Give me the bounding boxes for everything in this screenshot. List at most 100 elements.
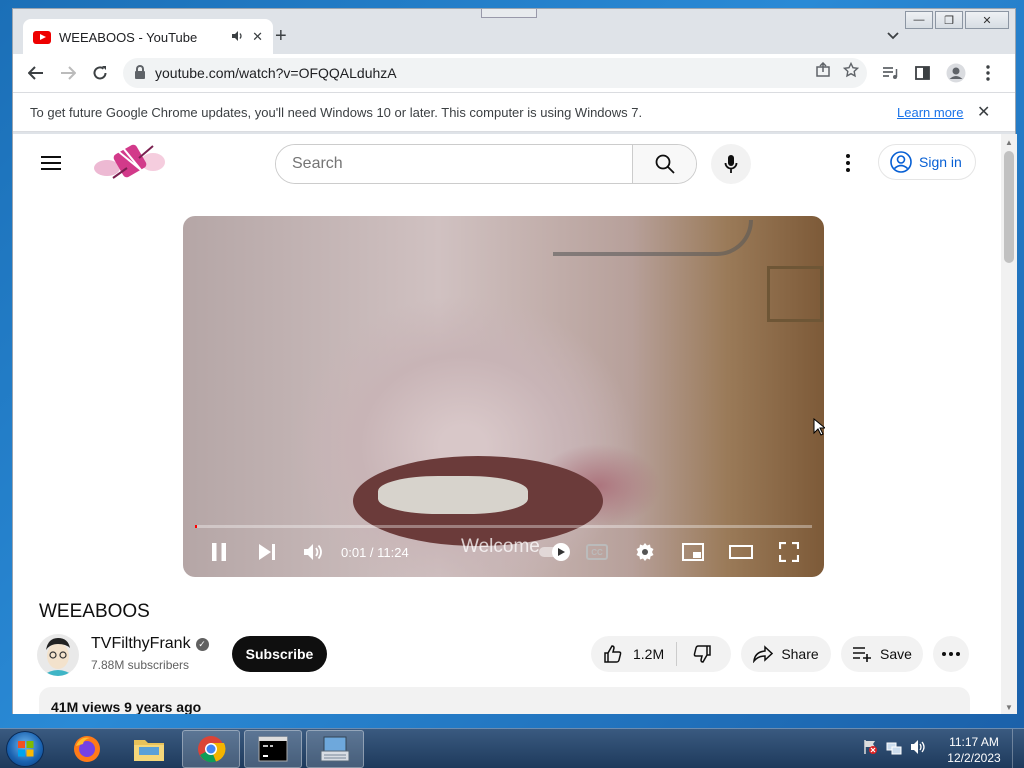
- autoplay-toggle[interactable]: [535, 540, 575, 564]
- autoplay-toggle-icon: [539, 543, 570, 561]
- tab-search-icon[interactable]: [887, 27, 899, 43]
- page-scrollbar[interactable]: ▲ ▼: [1001, 134, 1017, 714]
- volume-tray-icon[interactable]: [910, 739, 926, 755]
- channel-name[interactable]: TVFilthyFrank ✓: [91, 635, 209, 653]
- taskbar-firefox[interactable]: [58, 730, 116, 768]
- fullscreen-icon: [779, 542, 799, 562]
- clock-date: 12/2/2023: [947, 751, 1001, 765]
- volume-icon: [304, 544, 322, 560]
- search-input[interactable]: [276, 145, 632, 183]
- taskbar-cmd[interactable]: [244, 730, 302, 768]
- tab-close-icon[interactable]: ✕: [252, 29, 263, 45]
- share-page-icon[interactable]: [815, 61, 831, 82]
- forward-arrow-icon[interactable]: [55, 60, 81, 86]
- new-tab-button[interactable]: +: [275, 25, 287, 48]
- taskbar-keyboard-app[interactable]: [306, 730, 364, 768]
- show-desktop-button[interactable]: [1012, 729, 1024, 768]
- folder-icon: [134, 740, 164, 761]
- thumbs-down-icon: [693, 645, 711, 663]
- channel-name-text: TVFilthyFrank: [91, 635, 191, 652]
- firefox-icon: [74, 736, 100, 762]
- lock-icon[interactable]: [135, 65, 145, 79]
- network-icon[interactable]: [886, 739, 902, 755]
- next-button[interactable]: [255, 540, 279, 564]
- snap-handle[interactable]: [481, 9, 537, 18]
- back-arrow-icon[interactable]: [23, 60, 49, 86]
- tab-youtube[interactable]: WEEABOOS - YouTube ✕: [23, 19, 273, 55]
- share-button[interactable]: Share: [741, 636, 831, 672]
- microphone-icon: [724, 155, 738, 173]
- dislike-button[interactable]: [677, 644, 727, 664]
- thumbs-up-icon: [604, 645, 622, 663]
- settings-menu-icon[interactable]: [843, 154, 853, 174]
- search-button[interactable]: [632, 145, 696, 183]
- save-playlist-icon: [853, 647, 872, 662]
- theater-mode-button[interactable]: [728, 540, 754, 564]
- description-box[interactable]: 41M views 9 years ago: [39, 687, 970, 714]
- time-display: 0:01 / 11:24: [341, 545, 409, 560]
- window-controls: — ❐ ✕: [905, 11, 1009, 29]
- miniplayer-button[interactable]: [681, 540, 705, 564]
- skip-next-icon: [259, 544, 275, 560]
- close-window-button[interactable]: ✕: [965, 11, 1009, 29]
- bookmark-star-icon[interactable]: [842, 61, 860, 82]
- subscribe-button[interactable]: Subscribe: [232, 636, 327, 672]
- reload-icon[interactable]: [87, 60, 113, 86]
- pause-icon: [212, 543, 226, 561]
- browser-toolbar: youtube.com/watch?v=OFQQALduhzA: [13, 54, 1015, 92]
- fullscreen-button[interactable]: [777, 540, 801, 564]
- infobar-close-icon[interactable]: ✕: [977, 102, 990, 122]
- search-icon: [655, 154, 675, 174]
- command-prompt-icon: [258, 736, 288, 762]
- search-box: [275, 144, 697, 184]
- learn-more-link[interactable]: Learn more: [897, 105, 963, 120]
- scroll-down-icon[interactable]: ▼: [1005, 703, 1013, 712]
- scroll-up-icon[interactable]: ▲: [1005, 138, 1013, 147]
- taskbar-clock[interactable]: 11:17 AM 12/2/2023: [940, 734, 1008, 766]
- settings-button[interactable]: [633, 540, 657, 564]
- more-actions-icon[interactable]: [933, 636, 969, 672]
- chrome-icon: [198, 736, 226, 763]
- chrome-menu-icon[interactable]: [975, 60, 1001, 86]
- address-bar[interactable]: youtube.com/watch?v=OFQQALduhzA: [123, 58, 867, 88]
- mute-button[interactable]: [301, 540, 325, 564]
- like-button[interactable]: 1.2M: [591, 642, 678, 666]
- sign-in-button[interactable]: Sign in: [878, 144, 976, 180]
- verified-check-icon: ✓: [195, 637, 209, 651]
- system-tray: [862, 739, 926, 755]
- subscriber-count: 7.88M subscribers: [91, 658, 190, 672]
- chrome-window: WEEABOOS - YouTube ✕ + — ❐ ✕ youtube.com…: [12, 8, 1017, 714]
- side-panel-icon[interactable]: [909, 60, 935, 86]
- update-infobar: To get future Google Chrome updates, you…: [13, 92, 1015, 132]
- media-control-icon[interactable]: [877, 60, 903, 86]
- infobar-message: To get future Google Chrome updates, you…: [30, 104, 643, 120]
- profile-avatar-icon[interactable]: [943, 60, 969, 86]
- video-overlay-text: Welcome: [461, 536, 540, 557]
- minimize-button[interactable]: —: [905, 11, 933, 29]
- pause-button[interactable]: [207, 540, 231, 564]
- channel-avatar[interactable]: [37, 634, 79, 676]
- scroll-thumb[interactable]: [1004, 151, 1014, 263]
- video-frame-detail: [767, 266, 823, 322]
- gear-icon: [636, 543, 654, 561]
- action-center-icon[interactable]: [862, 739, 878, 755]
- youtube-logo[interactable]: [93, 140, 167, 184]
- video-player[interactable]: 0:01 / 11:24 Welcome CC: [183, 216, 824, 577]
- voice-search-button[interactable]: [711, 144, 751, 184]
- guide-menu-icon[interactable]: [41, 156, 61, 170]
- captions-button[interactable]: CC: [584, 540, 610, 564]
- progress-bar[interactable]: [195, 525, 812, 528]
- share-arrow-icon: [753, 645, 774, 663]
- miniplayer-icon: [682, 543, 704, 561]
- like-dislike-group: 1.2M: [591, 636, 731, 672]
- restore-button[interactable]: ❐: [935, 11, 963, 29]
- tab-audio-icon[interactable]: [231, 30, 244, 45]
- start-button[interactable]: [6, 731, 44, 767]
- video-title: WEEABOOS: [39, 601, 150, 622]
- clock-time: 11:17 AM: [949, 735, 999, 749]
- save-button[interactable]: Save: [841, 636, 923, 672]
- mouse-cursor-icon: [813, 417, 827, 441]
- taskbar-explorer[interactable]: [120, 730, 178, 768]
- video-frame-detail: [553, 220, 753, 256]
- taskbar-chrome[interactable]: [182, 730, 240, 768]
